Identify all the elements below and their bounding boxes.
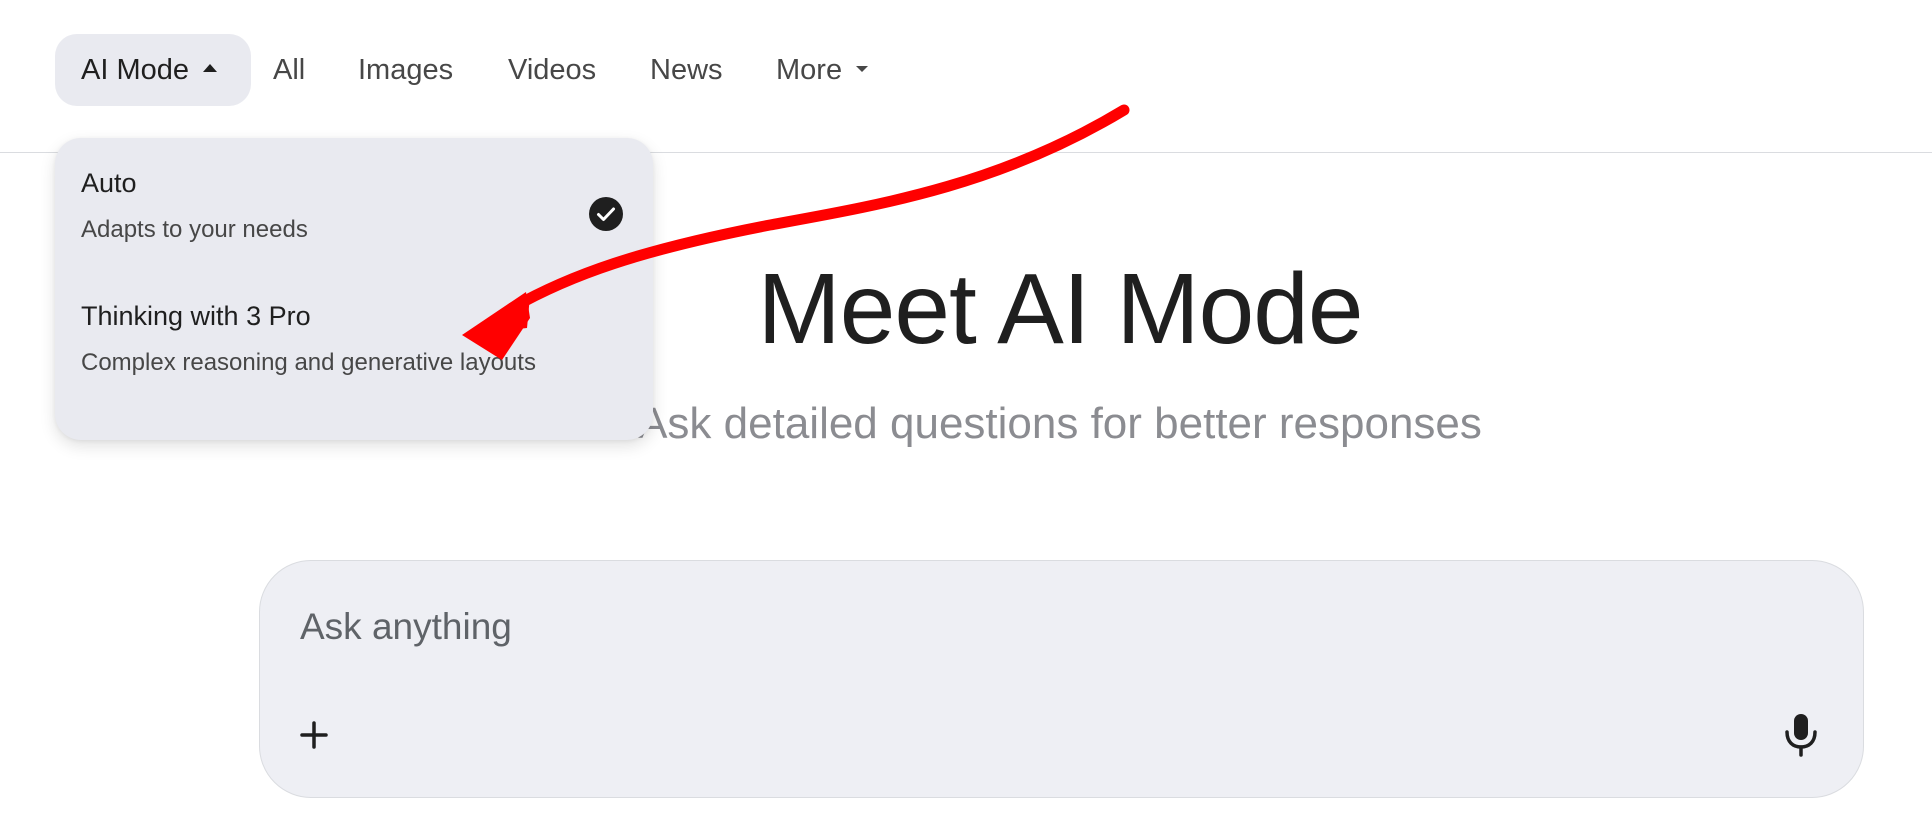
ask-box [259, 560, 1864, 798]
microphone-icon[interactable] [1775, 708, 1827, 760]
dropdown-option-auto[interactable]: Auto Adapts to your needs [55, 168, 653, 288]
plus-icon[interactable] [290, 711, 338, 759]
tab-ai-mode[interactable]: AI Mode [55, 34, 251, 106]
ai-mode-dropdown-menu: Auto Adapts to your needs Thinking with … [55, 138, 653, 440]
tab-ai-mode-label: AI Mode [81, 54, 189, 86]
dropdown-option-thinking-3-pro[interactable]: Thinking with 3 Pro Complex reasoning an… [55, 301, 653, 421]
tab-images[interactable]: Images [358, 34, 453, 106]
caret-up-icon [203, 64, 217, 73]
ask-input[interactable] [300, 599, 1700, 655]
check-circle-icon [589, 197, 623, 231]
option-description: Adapts to your needs [81, 216, 308, 243]
option-title: Thinking with 3 Pro [81, 301, 311, 331]
search-mode-tabs: AI Mode All Images Videos News More [0, 0, 1932, 153]
option-description: Complex reasoning and generative layouts [81, 349, 536, 376]
caret-down-icon [856, 66, 869, 73]
tab-more[interactable]: More [776, 34, 869, 106]
tab-all[interactable]: All [273, 34, 305, 106]
tab-news[interactable]: News [650, 34, 723, 106]
tab-more-label: More [776, 54, 843, 86]
tab-videos[interactable]: Videos [508, 34, 596, 106]
option-title: Auto [81, 168, 137, 198]
